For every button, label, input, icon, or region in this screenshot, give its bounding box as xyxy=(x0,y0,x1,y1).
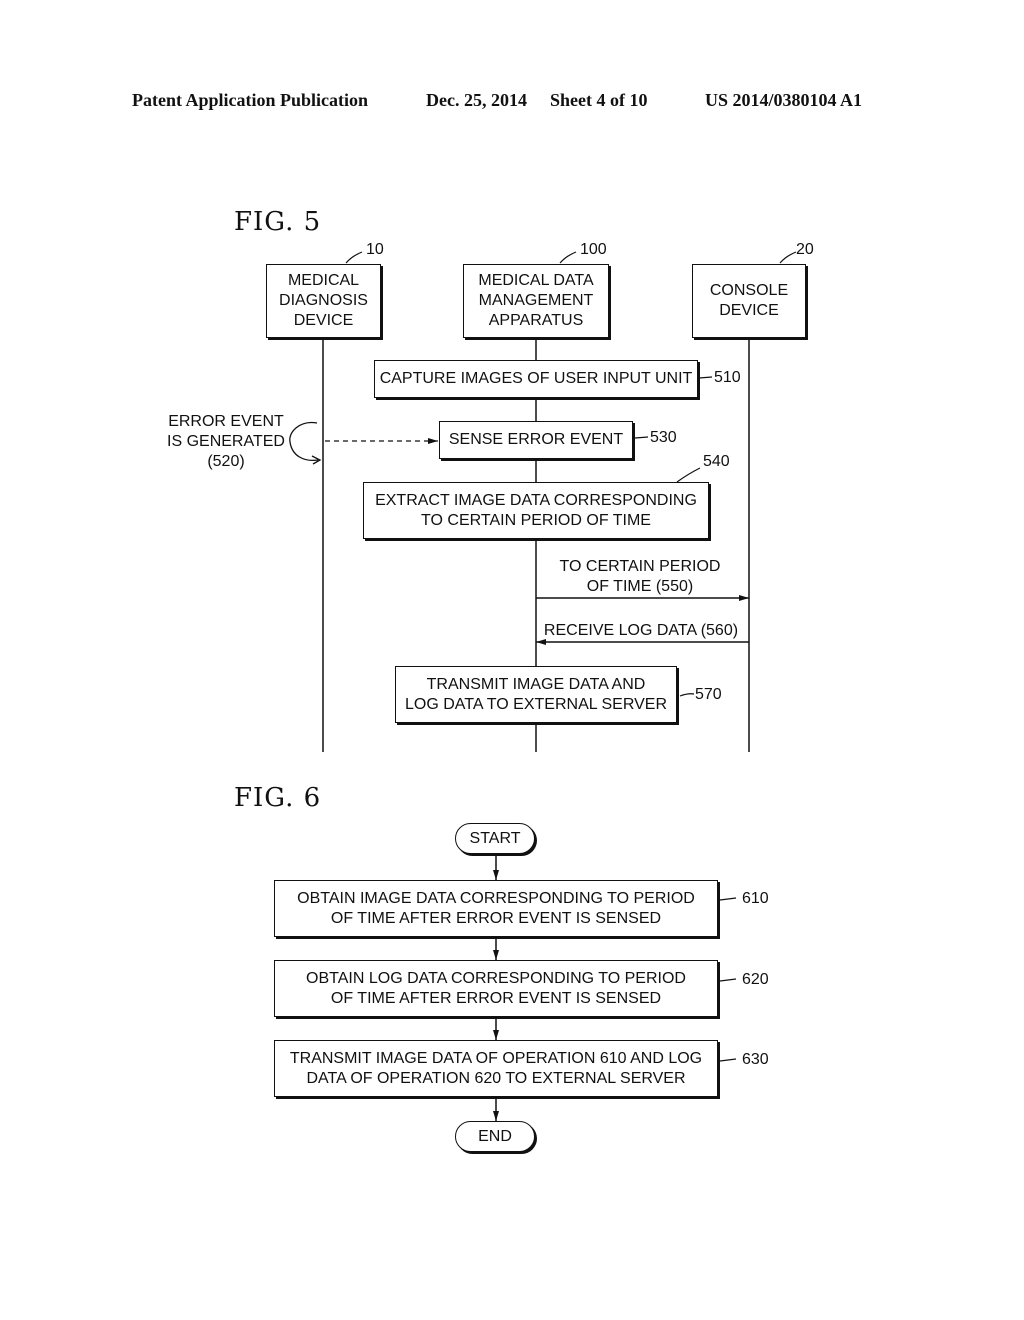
entity-console-device: CONSOLE DEVICE xyxy=(692,264,806,338)
ref-630: 630 xyxy=(742,1051,769,1068)
leader-10 xyxy=(345,251,363,264)
step-610-box: OBTAIN IMAGE DATA CORRESPONDING TO PERIO… xyxy=(274,880,718,937)
figure-6-title: FIG. 6 xyxy=(234,783,322,813)
ref-20: 20 xyxy=(796,241,814,258)
start-terminal: START xyxy=(455,823,535,854)
leader-100 xyxy=(559,251,577,264)
ref-510: 510 xyxy=(714,369,741,386)
entity-medical-data-management-apparatus: MEDICAL DATA MANAGEMENT APPARATUS xyxy=(463,264,609,338)
leader-540 xyxy=(676,467,701,483)
ref-530: 530 xyxy=(650,429,677,446)
leader-610 xyxy=(719,897,737,901)
step-510-box: CAPTURE IMAGES OF USER INPUT UNIT xyxy=(374,360,698,398)
leader-570 xyxy=(679,693,695,697)
message-560-label: RECEIVE LOG DATA (560) xyxy=(543,622,739,639)
ref-10: 10 xyxy=(366,241,384,258)
ref-540: 540 xyxy=(703,453,730,470)
ref-100: 100 xyxy=(580,241,607,258)
leader-20 xyxy=(779,251,797,264)
entity-medical-diagnosis-device: MEDICAL DIAGNOSIS DEVICE xyxy=(266,264,381,338)
leader-620 xyxy=(719,978,737,982)
step-540-box: EXTRACT IMAGE DATA CORRESPONDING TO CERT… xyxy=(363,482,709,539)
error-event-loop-icon xyxy=(289,421,319,462)
figure-5-title: FIG. 5 xyxy=(234,207,322,237)
end-terminal: END xyxy=(455,1121,535,1152)
step-530-box: SENSE ERROR EVENT xyxy=(439,421,633,459)
leader-510 xyxy=(698,376,713,379)
error-event-label: ERROR EVENT IS GENERATED (520) xyxy=(167,413,285,470)
step-570-box: TRANSMIT IMAGE DATA AND LOG DATA TO EXTE… xyxy=(395,666,677,723)
step-620-box: OBTAIN LOG DATA CORRESPONDING TO PERIOD … xyxy=(274,960,718,1017)
step-630-box: TRANSMIT IMAGE DATA OF OPERATION 610 AND… xyxy=(274,1040,718,1097)
ref-610: 610 xyxy=(742,890,769,907)
ref-620: 620 xyxy=(742,971,769,988)
leader-530 xyxy=(634,436,649,439)
ref-570: 570 xyxy=(695,686,722,703)
leader-630 xyxy=(719,1058,737,1062)
message-550-label: TO CERTAIN PERIOD OF TIME (550) xyxy=(559,558,721,595)
